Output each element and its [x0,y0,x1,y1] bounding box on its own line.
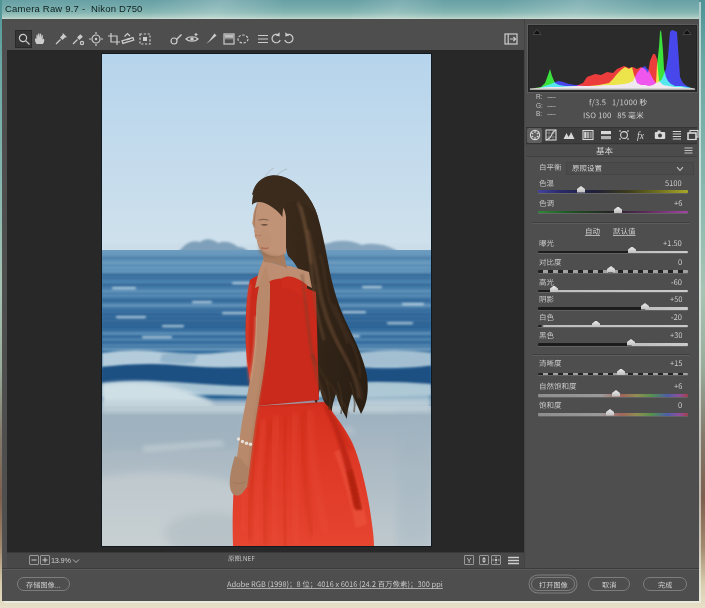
svg-text:fx: fx [637,131,645,141]
